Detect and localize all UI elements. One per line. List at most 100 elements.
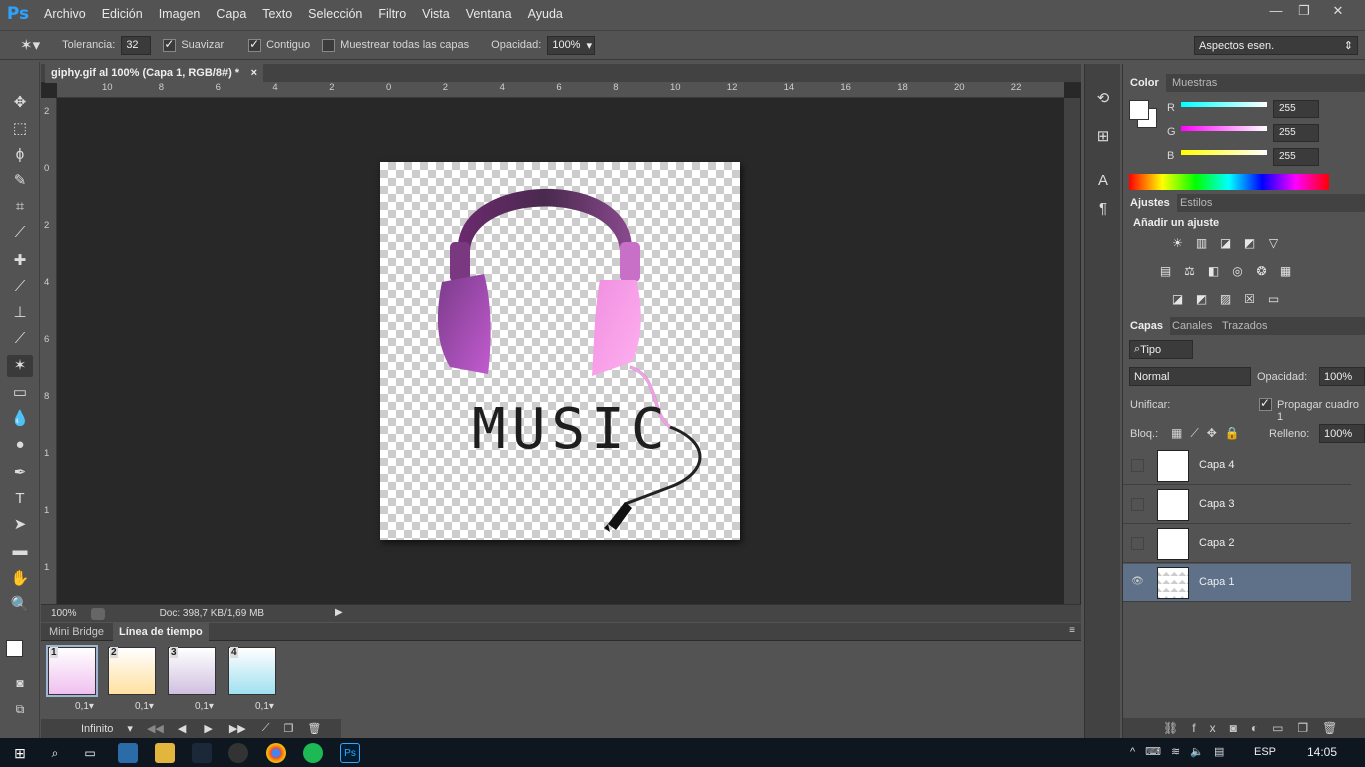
app-icon[interactable]	[228, 743, 248, 763]
timeline-frame[interactable]: 2 0,1▾	[105, 645, 157, 715]
eye-icon[interactable]: 👁	[1131, 576, 1144, 589]
menu-filtro[interactable]: Filtro	[370, 0, 414, 28]
history-brush-icon[interactable]: ⟋	[7, 328, 33, 350]
threshold-icon[interactable]: ▨	[1217, 292, 1234, 307]
photo-filter-icon[interactable]: ◎	[1229, 264, 1246, 279]
menu-ventana[interactable]: Ventana	[458, 0, 520, 28]
eyedropper-icon[interactable]: ⟋	[7, 222, 33, 244]
magic-wand-tool-icon[interactable]: ✶	[7, 355, 33, 377]
visibility-toggle[interactable]	[1131, 498, 1144, 511]
photoshop-taskbar-icon[interactable]: Ps	[340, 743, 360, 763]
b-slider[interactable]	[1181, 150, 1267, 155]
tab-trazados[interactable]: Trazados	[1215, 317, 1274, 335]
tab-linea-tiempo[interactable]: Línea de tiempo	[113, 623, 209, 641]
tray-icons[interactable]: ^⌨≋🔈▤	[1130, 745, 1234, 758]
tween-icon[interactable]: ⟋	[262, 722, 270, 735]
next-frame-icon[interactable]: ▶▶	[229, 722, 246, 735]
windows-start-icon[interactable]: ⊞	[10, 743, 30, 763]
layer-row-selected[interactable]: 👁 Capa 1	[1123, 564, 1351, 602]
steam-icon[interactable]	[192, 743, 212, 763]
brightness-icon[interactable]: ☀	[1169, 236, 1186, 251]
vertical-scrollbar[interactable]	[1064, 98, 1080, 604]
hand-tool-icon[interactable]: ✋	[7, 568, 33, 590]
color-spectrum-ramp[interactable]	[1129, 174, 1329, 190]
hue-saturation-icon[interactable]: ▤	[1157, 264, 1174, 279]
b-input[interactable]: 255	[1273, 148, 1319, 166]
first-frame-icon[interactable]: ◀◀	[147, 722, 164, 735]
quick-selection-icon[interactable]: ✎	[7, 170, 33, 192]
image-canvas[interactable]: MUSIC	[380, 162, 740, 540]
crop-tool-icon[interactable]: ⌗	[7, 196, 33, 218]
dodge-tool-icon[interactable]: ●	[7, 434, 33, 456]
layer-row[interactable]: Capa 4	[1123, 447, 1351, 485]
character-panel-icon[interactable]: A	[1090, 170, 1116, 192]
tolerance-input[interactable]: 32	[121, 35, 152, 55]
move-tool-icon[interactable]: ✥	[7, 92, 33, 114]
menu-imagen[interactable]: Imagen	[151, 0, 209, 28]
tab-canales[interactable]: Canales	[1165, 317, 1219, 335]
color-lookup-icon[interactable]: ▦	[1277, 264, 1294, 279]
pen-tool-icon[interactable]: ✒	[7, 462, 33, 484]
marquee-tool-icon[interactable]: ⬚	[7, 118, 33, 140]
close-tab-icon[interactable]: ×	[251, 64, 257, 83]
status-info-icon[interactable]	[90, 607, 105, 620]
layer-filter-select[interactable]: ⌕ Tipo	[1129, 340, 1193, 359]
channel-mixer-icon[interactable]: ❂	[1253, 264, 1270, 279]
black-white-icon[interactable]: ◧	[1205, 264, 1222, 279]
layer-opacity-input[interactable]: 100%	[1319, 367, 1365, 386]
contiguo-checkbox[interactable]	[248, 37, 262, 52]
blur-tool-icon[interactable]: 💧	[7, 408, 33, 430]
color-foreground-swatch[interactable]	[1129, 100, 1149, 120]
layer-row[interactable]: Capa 2	[1123, 525, 1351, 563]
tab-color[interactable]: Color	[1123, 74, 1166, 92]
tab-mini-bridge[interactable]: Mini Bridge	[43, 623, 110, 641]
store-icon[interactable]	[118, 743, 138, 763]
screen-mode-icon[interactable]: ⧉	[7, 698, 33, 720]
rectangle-tool-icon[interactable]: ▬	[7, 540, 33, 562]
menu-capa[interactable]: Capa	[208, 0, 254, 28]
document-tab[interactable]: giphy.gif al 100% (Capa 1, RGB/8#) * ×	[45, 64, 264, 83]
invert-icon[interactable]: ◪	[1169, 292, 1186, 307]
properties-panel-icon[interactable]: ⊞	[1090, 126, 1116, 148]
magic-wand-icon[interactable]: ✶▾	[20, 36, 40, 54]
timeline-frame[interactable]: 1 0,1▾	[45, 645, 98, 715]
blend-mode-select[interactable]: Normal	[1129, 367, 1251, 386]
tab-estilos[interactable]: Estilos	[1173, 194, 1219, 212]
opacity-input[interactable]: 100% ▾	[547, 35, 596, 55]
tab-capas[interactable]: Capas	[1123, 317, 1171, 335]
zoom-tool-icon[interactable]: 🔍	[7, 594, 33, 616]
prev-frame-icon[interactable]: ◀	[178, 722, 186, 735]
brush-tool-icon[interactable]: ⟋	[7, 276, 33, 298]
tab-muestras[interactable]: Muestras	[1165, 74, 1224, 92]
restore-button[interactable]: ❐	[1290, 2, 1318, 20]
workspace-select[interactable]: Aspectos esen. ⇕	[1194, 36, 1358, 55]
layers-footer-icons[interactable]: ⛓fx◙◐▭❐🗑	[1123, 718, 1365, 738]
g-slider[interactable]	[1181, 126, 1267, 131]
play-icon[interactable]: ▶	[204, 722, 212, 735]
panel-menu-icon[interactable]: ≡	[1069, 625, 1075, 636]
chrome-icon[interactable]	[266, 743, 286, 763]
posterize-icon[interactable]: ◩	[1193, 292, 1210, 307]
menu-texto[interactable]: Texto	[254, 0, 300, 28]
exposure-icon[interactable]: ◩	[1241, 236, 1258, 251]
path-selection-icon[interactable]: ➤	[7, 514, 33, 536]
menu-vista[interactable]: Vista	[414, 0, 458, 28]
loop-select[interactable]: Infinito	[81, 723, 113, 735]
close-button[interactable]: ✕	[1324, 2, 1352, 20]
quick-mask-icon[interactable]: ◙	[7, 672, 33, 694]
spotify-icon[interactable]	[303, 743, 323, 763]
menu-seleccion[interactable]: Selección	[300, 0, 370, 28]
duplicate-frame-icon[interactable]: ❐	[283, 722, 293, 735]
input-language[interactable]: ESP	[1254, 746, 1276, 758]
healing-brush-icon[interactable]: ✚	[7, 250, 33, 272]
timeline-frame[interactable]: 3 0,1▾	[165, 645, 217, 715]
foreground-color-swatch[interactable]	[6, 640, 23, 657]
muestrear-checkbox[interactable]	[322, 38, 336, 52]
task-view-icon[interactable]: ▭	[80, 743, 100, 763]
zoom-level[interactable]: 100%	[51, 608, 77, 619]
clock-time[interactable]: 14:05	[1307, 745, 1337, 759]
menu-edicion[interactable]: Edición	[94, 0, 151, 28]
minimize-button[interactable]: —	[1262, 2, 1290, 20]
suavizar-checkbox[interactable]	[163, 37, 177, 52]
lock-icons[interactable]: ▦⟋✥🔒	[1171, 426, 1248, 441]
